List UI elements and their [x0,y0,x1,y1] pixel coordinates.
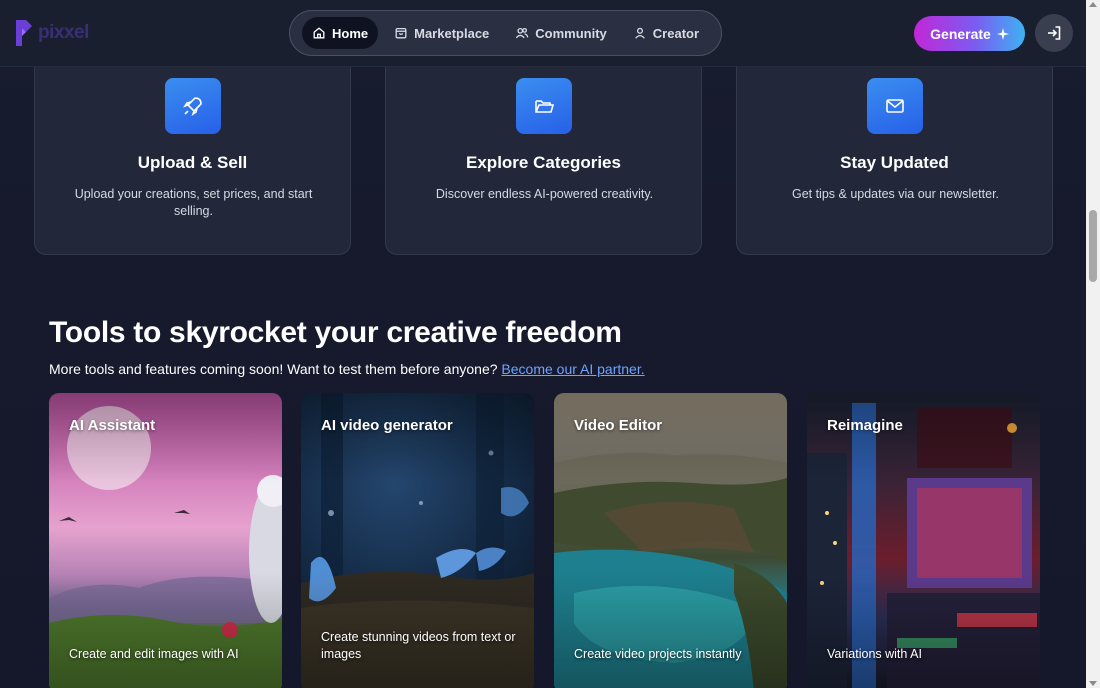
nav-item-label: Creator [652,25,700,41]
login-button[interactable] [1035,14,1073,52]
feature-card-upload: Upload & Sell Upload your creations, set… [34,40,351,255]
tool-card-ai-video-generator[interactable]: AI video generator Create stunning video… [301,393,534,688]
tools-section-title: Tools to skyrocket your creative freedom [49,316,622,349]
home-icon [313,27,325,39]
bag-icon [395,27,407,39]
nav-item-label: Community [535,25,607,41]
tool-description: Create and edit images with AI [69,647,239,661]
tool-card-ai-assistant[interactable]: AI Assistant Create and edit images with… [49,393,282,688]
tool-card-overlay [807,393,1040,688]
feature-description: Discover endless AI-powered creativity. [435,187,654,201]
feature-icon-box [516,78,572,134]
tool-title: AI video generator [321,417,453,434]
feature-description: Upload your creations, set prices, and s… [74,187,313,218]
main-nav: Home Marketplace Community Creator [289,10,722,56]
scroll-up-arrow-icon[interactable] [1089,2,1097,7]
tool-description: Create stunning videos from text or imag… [321,630,516,661]
nav-item-label: Home [332,25,369,41]
nav-item-home[interactable]: Home [302,17,379,49]
tool-card-video-editor[interactable]: Video Editor Create video projects insta… [554,393,787,688]
user-icon [634,27,645,39]
users-icon [516,27,529,39]
nav-item-label: Marketplace [414,25,490,41]
sparkle-icon [996,27,1009,40]
logo-text: pixxel [38,22,89,43]
mail-icon [886,99,904,113]
feature-card-explore: Explore Categories Discover endless AI-p… [385,40,702,255]
feature-icon-box [165,78,221,134]
tool-title: Reimagine [827,417,903,434]
nav-item-marketplace[interactable]: Marketplace [384,17,499,49]
ai-partner-link[interactable]: Become our AI partner. [501,361,644,377]
nav-item-community[interactable]: Community [505,17,617,49]
feature-title: Explore Categories [466,153,621,172]
generate-button[interactable]: Generate [914,16,1025,51]
page: pixxel Home Marketplace Community Creato… [0,0,1086,688]
tool-card-overlay [49,393,282,688]
tool-description: Create video projects instantly [574,647,742,661]
tools-subtitle-text: More tools and features coming soon! Wan… [49,361,498,377]
feature-title: Upload & Sell [137,153,248,172]
scroll-down-arrow-icon[interactable] [1089,681,1097,686]
tool-title: Video Editor [574,417,663,434]
scroll-thumb[interactable] [1089,210,1097,282]
tool-description: Variations with AI [827,647,922,661]
feature-title: Stay Updated [840,153,949,172]
tool-card-overlay [554,393,787,688]
nav-item-creator[interactable]: Creator [623,17,709,49]
feature-card-updates: Stay Updated Get tips & updates via our … [736,40,1053,255]
login-icon [1048,26,1061,40]
folder-icon [535,100,555,113]
feature-icon-box [867,78,923,134]
top-header: pixxel Home Marketplace Community Creato… [0,0,1086,67]
feature-description: Get tips & updates via our newsletter. [791,187,1000,201]
tool-card-reimagine[interactable]: Reimagine Variations with AI [807,393,1040,688]
logo[interactable]: pixxel [14,18,98,48]
page-scrollbar[interactable] [1086,0,1100,688]
rocket-icon [183,97,202,116]
logo-mark-icon [14,18,34,48]
tools-section-subtitle: More tools and features coming soon! Wan… [49,361,645,377]
tool-title: AI Assistant [69,417,156,434]
generate-button-label: Generate [930,25,991,42]
